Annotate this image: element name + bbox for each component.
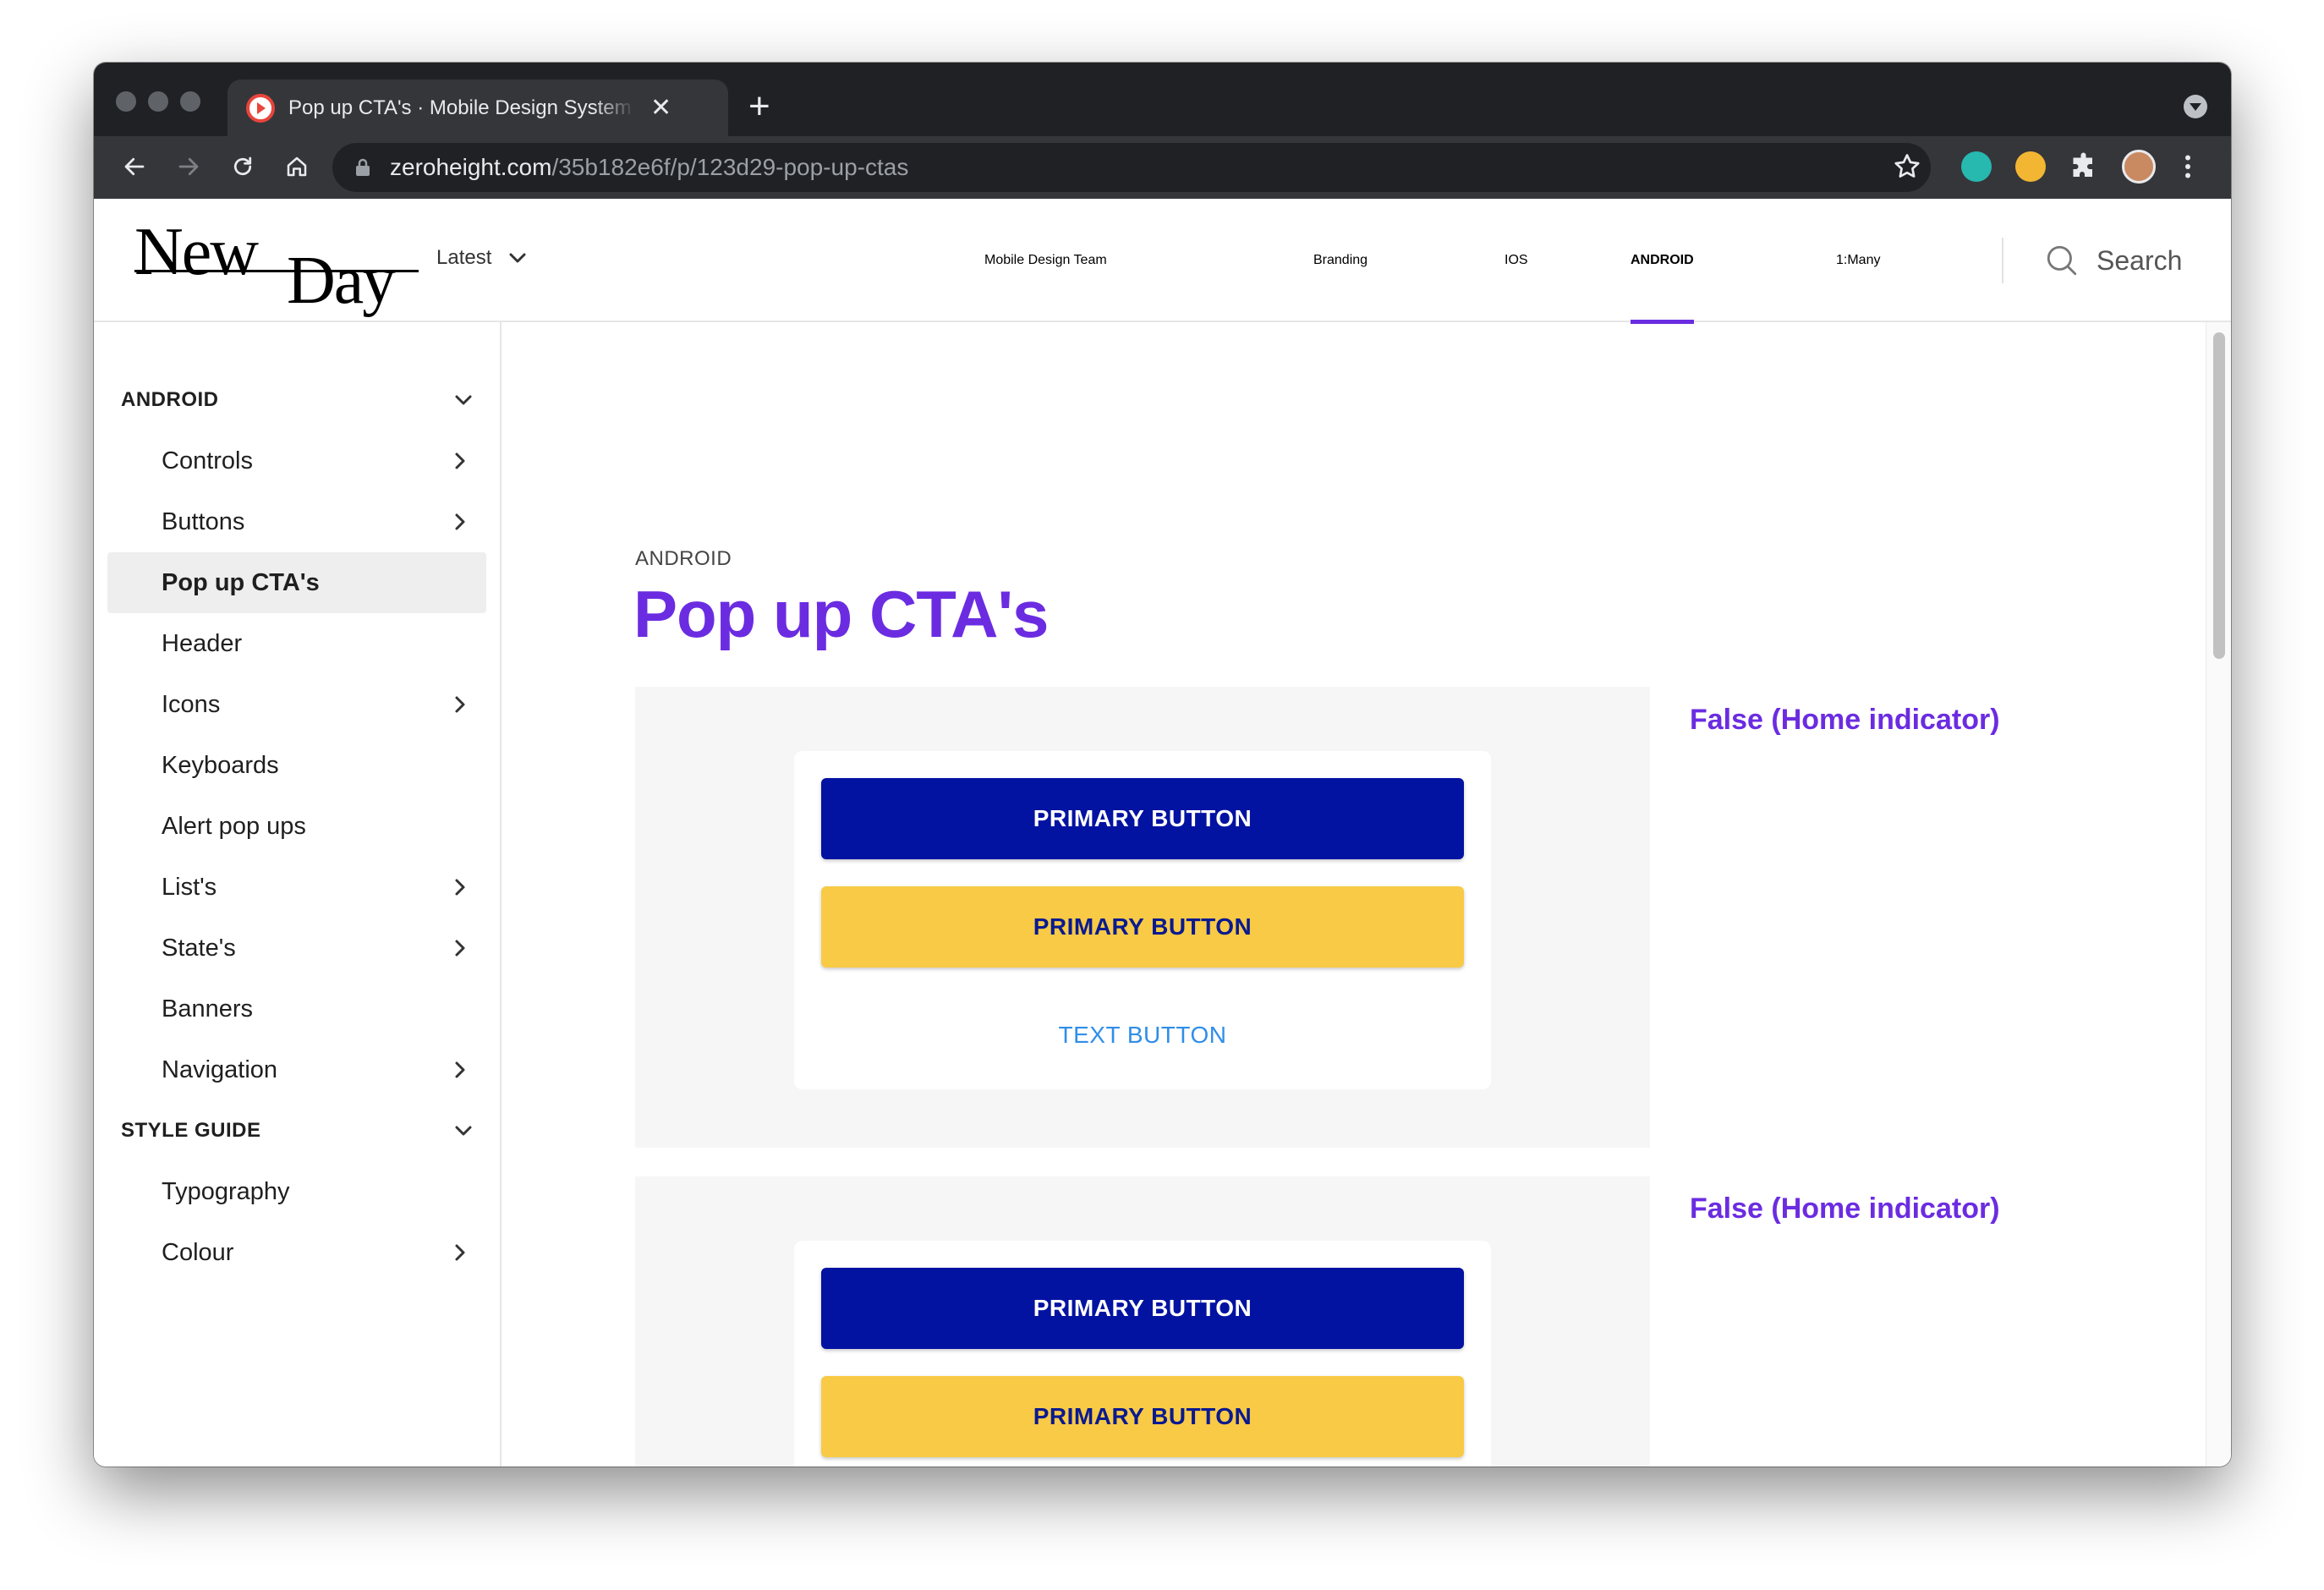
sidebar: ANDROID Controls Buttons Pop up CTA's He… bbox=[94, 322, 502, 1467]
bookmark-star-icon[interactable] bbox=[1892, 151, 1922, 186]
extensions-puzzle-icon[interactable] bbox=[2069, 151, 2100, 186]
sidebar-item-navigation[interactable]: Navigation bbox=[107, 1039, 486, 1100]
window-minimize-dot[interactable] bbox=[148, 91, 168, 112]
sidebar-group-style-guide[interactable]: STYLE GUIDE bbox=[121, 1105, 493, 1156]
primary-button-yellow[interactable]: PRIMARY BUTTON bbox=[821, 886, 1464, 968]
chevron-right-icon bbox=[455, 879, 465, 896]
sidebar-item-typography[interactable]: Typography bbox=[107, 1161, 486, 1222]
url-text: zeroheight.com/35b182e6f/p/123d29-pop-up… bbox=[390, 154, 909, 180]
chevron-right-icon bbox=[455, 696, 465, 713]
nav-one-to-many[interactable]: 1:Many bbox=[1836, 199, 1880, 322]
extension-m-icon[interactable] bbox=[1961, 151, 1992, 182]
sidebar-item-alert-pop-ups[interactable]: Alert pop ups bbox=[107, 796, 486, 857]
sidebar-item-states[interactable]: State's bbox=[107, 918, 486, 979]
sidebar-item-keyboards[interactable]: Keyboards bbox=[107, 735, 486, 796]
chevron-down-icon bbox=[509, 253, 526, 263]
sidebar-item-buttons[interactable]: Buttons bbox=[107, 491, 486, 552]
example-preview-1: PRIMARY BUTTON PRIMARY BUTTON TEXT BUTTO… bbox=[635, 687, 1650, 1148]
nav-divider bbox=[2002, 238, 2003, 283]
example-preview-2: PRIMARY BUTTON PRIMARY BUTTON bbox=[635, 1176, 1650, 1467]
text-button[interactable]: TEXT BUTTON bbox=[821, 995, 1464, 1076]
reload-icon[interactable] bbox=[224, 148, 261, 185]
scrollbar-thumb[interactable] bbox=[2213, 332, 2225, 659]
chevron-right-icon bbox=[455, 940, 465, 957]
sidebar-item-header[interactable]: Header bbox=[107, 613, 486, 674]
chevron-right-icon bbox=[455, 1061, 465, 1078]
site-header: New Day Latest Mobile Design Team Brandi… bbox=[94, 199, 2231, 324]
nav-ios[interactable]: IOS bbox=[1505, 199, 1528, 322]
window-zoom-dot[interactable] bbox=[180, 91, 200, 112]
window-close-dot[interactable] bbox=[116, 91, 136, 112]
close-tab-icon[interactable]: ✕ bbox=[650, 95, 671, 121]
example-label-2: False (Home indicator) bbox=[1690, 1192, 2000, 1225]
tab-search-icon[interactable] bbox=[2184, 95, 2207, 118]
example-label-1: False (Home indicator) bbox=[1690, 704, 2000, 736]
web-page: New Day Latest Mobile Design Team Brandi… bbox=[94, 199, 2231, 1467]
extension-coin-icon[interactable] bbox=[2015, 151, 2046, 182]
page-category: ANDROID bbox=[635, 547, 732, 570]
newday-logo[interactable]: New Day bbox=[134, 214, 422, 318]
chevron-right-icon bbox=[455, 452, 465, 469]
version-label: Latest bbox=[436, 246, 492, 269]
nav-android[interactable]: ANDROID bbox=[1631, 199, 1694, 324]
chevron-down-icon bbox=[455, 395, 472, 405]
chevron-right-icon bbox=[455, 1244, 465, 1261]
sidebar-item-controls[interactable]: Controls bbox=[107, 430, 486, 491]
primary-button[interactable]: PRIMARY BUTTON bbox=[821, 1268, 1464, 1349]
search-button[interactable]: Search bbox=[2044, 199, 2182, 322]
browser-window: Pop up CTA's · Mobile Design System ✕ + … bbox=[94, 63, 2231, 1467]
primary-button[interactable]: PRIMARY BUTTON bbox=[821, 778, 1464, 859]
primary-button-yellow[interactable]: PRIMARY BUTTON bbox=[821, 1376, 1464, 1457]
zeroheight-favicon-icon bbox=[246, 93, 275, 123]
lock-icon bbox=[356, 158, 370, 176]
sidebar-item-banners[interactable]: Banners bbox=[107, 979, 486, 1039]
nav-branding[interactable]: Branding bbox=[1313, 199, 1368, 322]
chevron-down-icon bbox=[455, 1126, 472, 1136]
home-icon[interactable] bbox=[278, 148, 315, 185]
address-bar[interactable]: zeroheight.com/35b182e6f/p/123d29-pop-up… bbox=[332, 143, 1931, 192]
page-scrollbar[interactable] bbox=[2206, 322, 2231, 1467]
chevron-right-icon bbox=[455, 513, 465, 530]
sidebar-item-icons[interactable]: Icons bbox=[107, 674, 486, 735]
browser-toolbar: zeroheight.com/35b182e6f/p/123d29-pop-up… bbox=[94, 136, 2231, 199]
page-title: Pop up CTA's bbox=[633, 577, 1049, 651]
profile-avatar[interactable] bbox=[2122, 150, 2156, 184]
browser-tab[interactable]: Pop up CTA's · Mobile Design System ✕ bbox=[227, 80, 728, 136]
sidebar-item-pop-up-ctas[interactable]: Pop up CTA's bbox=[107, 552, 486, 613]
cta-popup-card: PRIMARY BUTTON PRIMARY BUTTON bbox=[794, 1241, 1491, 1467]
search-label: Search bbox=[2097, 244, 2183, 276]
tab-title: Pop up CTA's · Mobile Design System bbox=[288, 96, 632, 119]
back-icon[interactable] bbox=[116, 148, 153, 185]
sidebar-group-android[interactable]: ANDROID bbox=[121, 375, 493, 425]
cta-popup-card: PRIMARY BUTTON PRIMARY BUTTON TEXT BUTTO… bbox=[794, 751, 1491, 1089]
forward-icon[interactable] bbox=[170, 148, 207, 185]
sidebar-item-colour[interactable]: Colour bbox=[107, 1222, 486, 1283]
sidebar-item-lists[interactable]: List's bbox=[107, 857, 486, 918]
nav-mobile-design-team[interactable]: Mobile Design Team bbox=[984, 199, 1107, 322]
version-selector[interactable]: Latest bbox=[436, 246, 527, 270]
tab-strip: Pop up CTA's · Mobile Design System ✕ + bbox=[94, 63, 2231, 136]
browser-menu-icon[interactable] bbox=[2179, 151, 2196, 186]
new-tab-icon[interactable]: + bbox=[748, 88, 770, 125]
search-icon bbox=[2047, 245, 2077, 276]
